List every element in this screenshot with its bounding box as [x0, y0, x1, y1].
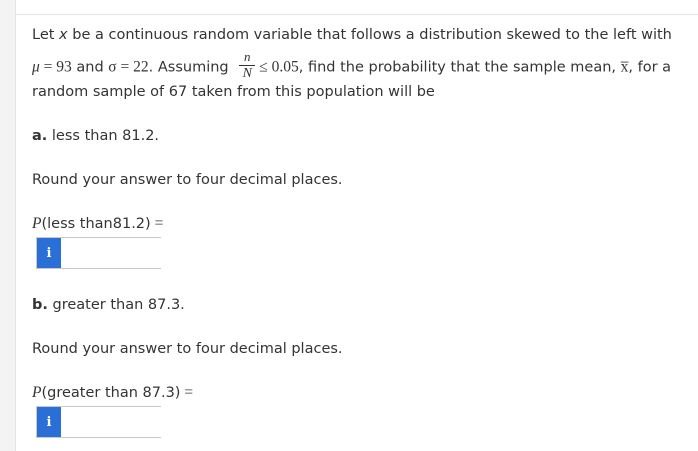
- problem-line-3: random sample of 67 taken from this popu…: [32, 84, 435, 100]
- n-over-N-fraction: nN: [239, 49, 256, 81]
- variable-x: x: [59, 27, 68, 43]
- sigma-value: σ = 22: [108, 58, 149, 76]
- problem-line-1: Let x be a continuous random variable th…: [32, 27, 672, 43]
- part-b-probability-label: P(greater than 87.3) =: [32, 384, 193, 402]
- part-a-answer-input[interactable]: [61, 238, 168, 268]
- part-a-condition: (less than81.2): [41, 216, 151, 232]
- part-b-round-instruction: Round your answer to four decimal places…: [32, 341, 343, 357]
- le-value: ≤ 0.05: [259, 58, 299, 76]
- problem-line-2: μ = 93 and σ = 22. Assuming n N ≤ 0.05, fi…: [32, 49, 672, 83]
- problem-text: Let: [32, 27, 60, 43]
- problem-text: be a continuous random variable that fol…: [67, 27, 672, 43]
- equals-sign: =: [180, 384, 194, 401]
- part-b-label: b.: [32, 297, 48, 313]
- part-a-answer-box: i: [36, 237, 168, 269]
- part-b-prompt: b. greater than 87.3.: [32, 297, 185, 313]
- info-icon[interactable]: i: [37, 407, 61, 437]
- part-b-condition: (greater than 87.3): [41, 385, 181, 401]
- info-icon[interactable]: i: [37, 238, 61, 268]
- part-a-probability-label: P(less than81.2) =: [32, 215, 163, 233]
- problem-text: and: [71, 59, 109, 76]
- fraction-numerator: n: [243, 49, 251, 64]
- problem-text: , for a: [628, 59, 672, 76]
- part-a-text: less than 81.2.: [47, 128, 160, 144]
- mu-value: = 93: [39, 58, 72, 76]
- part-a-label: a.: [32, 128, 48, 144]
- part-b-answer-input[interactable]: [61, 407, 168, 437]
- problem-text: . Assuming: [148, 59, 234, 76]
- part-b-text: greater than 87.3.: [47, 297, 185, 313]
- part-b-answer-box: i: [36, 406, 168, 438]
- equals-sign: =: [150, 215, 164, 232]
- part-a-round-instruction: Round your answer to four decimal places…: [32, 172, 343, 188]
- part-a-prompt: a. less than 81.2.: [32, 128, 159, 144]
- problem-text: , find the probability that the sample m…: [298, 59, 621, 76]
- mu-symbol: μ: [32, 58, 40, 76]
- top-divider: [16, 14, 698, 15]
- question-card: Let x be a continuous random variable th…: [15, 0, 698, 451]
- fraction-denominator: N: [242, 66, 252, 81]
